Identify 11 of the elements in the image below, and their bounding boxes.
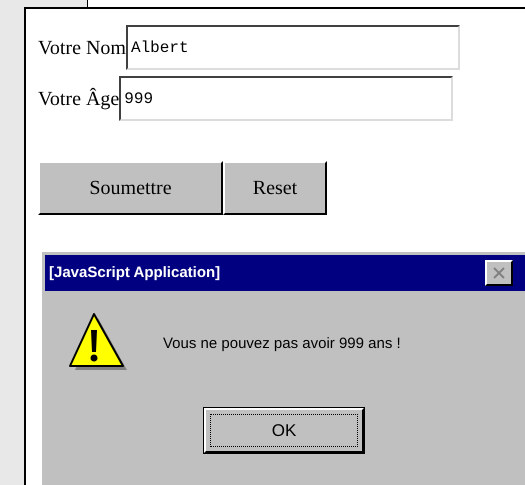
close-icon xyxy=(492,266,506,280)
text-field[interactable]: Albert xyxy=(126,25,460,70)
field-label: Votre Âge xyxy=(38,88,120,108)
ok-button[interactable]: OK xyxy=(204,408,364,453)
close-button[interactable] xyxy=(485,260,513,286)
field-label: Votre Nom xyxy=(38,38,126,58)
alert-message: Vous ne pouvez pas avoir 999 ans ! xyxy=(163,334,401,354)
text-field[interactable]: 999 xyxy=(119,76,454,121)
dialog-title: [JavaScript Application] xyxy=(49,262,220,283)
form-button[interactable]: Soumettre xyxy=(38,161,223,215)
form-button[interactable]: Reset xyxy=(223,161,327,215)
